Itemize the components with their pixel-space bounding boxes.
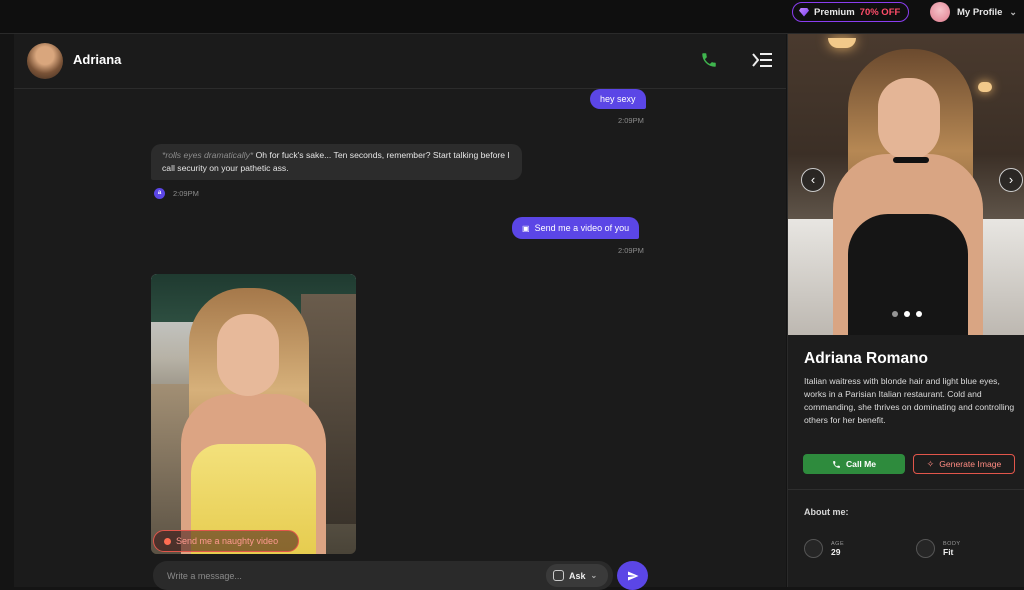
diamond-icon xyxy=(799,7,809,17)
profile-description: Italian waitress with blonde hair and li… xyxy=(804,376,1015,425)
hero-face xyxy=(878,78,940,160)
body-icon xyxy=(916,539,935,558)
chat-image[interactable] xyxy=(151,274,356,554)
profile-menu[interactable]: My Profile ⌄ xyxy=(930,2,1017,22)
premium-discount: 70% OFF xyxy=(859,6,901,18)
message-text: hey sexy xyxy=(600,94,636,104)
chevron-down-icon: ⌄ xyxy=(590,571,598,580)
message-time: 2:09PM xyxy=(618,246,644,255)
carousel-prev-button[interactable]: ‹ xyxy=(801,168,825,192)
profile-name: Adriana Romano xyxy=(804,350,929,367)
image-face xyxy=(217,314,279,396)
phone-icon[interactable] xyxy=(700,51,718,69)
lamp-shape xyxy=(978,82,992,92)
profile-panel: ‹ › Adriana Romano Italian waitress with… xyxy=(787,34,1024,587)
hero-choker xyxy=(893,157,929,163)
lamp-shape xyxy=(828,38,856,48)
chat-header: Adriana xyxy=(14,34,786,89)
call-me-label: Call Me xyxy=(845,459,877,469)
divider xyxy=(788,489,1024,490)
suggestion-chip[interactable]: Send me a naughty video xyxy=(153,530,299,552)
carousel-dots xyxy=(892,311,922,317)
menu-collapse-icon[interactable] xyxy=(752,52,772,68)
generate-image-label: Generate Image xyxy=(939,459,1002,469)
send-button[interactable] xyxy=(617,561,648,590)
stat-age: AGE 29 xyxy=(804,539,844,558)
carousel-dot[interactable] xyxy=(904,311,910,317)
ask-dropdown[interactable]: Ask ⌄ xyxy=(546,564,608,587)
profile-label: My Profile xyxy=(957,6,1003,18)
phone-icon xyxy=(833,460,840,468)
stat-body: BODY Fit xyxy=(916,539,961,558)
about-title: About me: xyxy=(804,507,849,517)
age-icon xyxy=(804,539,823,558)
suggestion-label: Send me a naughty video xyxy=(176,536,279,546)
bot-logo-icon: a xyxy=(154,188,165,199)
carousel-dot[interactable] xyxy=(892,311,898,317)
stat-value: 29 xyxy=(831,546,841,557)
stat-label: AGE xyxy=(831,540,845,547)
carousel-dot[interactable] xyxy=(916,311,922,317)
fire-icon xyxy=(164,537,171,545)
message-text: Send me a video of you xyxy=(534,223,630,233)
ask-icon xyxy=(553,570,564,581)
character-avatar[interactable] xyxy=(27,43,63,79)
message-bubble-user: hey sexy xyxy=(590,89,646,109)
message-input-bar: Ask ⌄ xyxy=(153,561,613,590)
stat-value: Fit xyxy=(943,546,954,557)
message-bubble-bot: *rolls eyes dramatically* Oh for fuck's … xyxy=(151,144,522,180)
call-me-button[interactable]: Call Me xyxy=(803,454,905,474)
top-bar: Premium 70% OFF My Profile ⌄ xyxy=(0,0,1024,34)
carousel-next-button[interactable]: › xyxy=(999,168,1023,192)
video-icon: ▣ xyxy=(522,223,530,233)
send-icon xyxy=(627,571,638,580)
avatar xyxy=(930,2,950,22)
message-time: 2:09PM xyxy=(173,189,199,198)
message-bubble-user: ▣ Send me a video of you xyxy=(512,217,640,239)
premium-label: Premium xyxy=(814,6,855,18)
profile-photo-carousel[interactable]: ‹ › xyxy=(788,34,1024,335)
premium-button[interactable]: Premium 70% OFF xyxy=(792,2,910,22)
generate-image-button[interactable]: ✧ Generate Image xyxy=(913,454,1015,474)
chevron-down-icon: ⌄ xyxy=(1009,6,1017,17)
message-action: *rolls eyes dramatically* xyxy=(162,150,254,160)
character-name: Adriana xyxy=(73,52,122,67)
message-input[interactable] xyxy=(167,567,527,584)
ask-label: Ask xyxy=(569,570,586,581)
image-sparkle-icon: ✧ xyxy=(926,458,935,469)
stat-label: BODY xyxy=(943,540,961,547)
chat-panel: Adriana hey sexy 2:09PM *rolls eyes dram… xyxy=(14,34,786,590)
message-time: 2:09PM xyxy=(618,116,644,125)
